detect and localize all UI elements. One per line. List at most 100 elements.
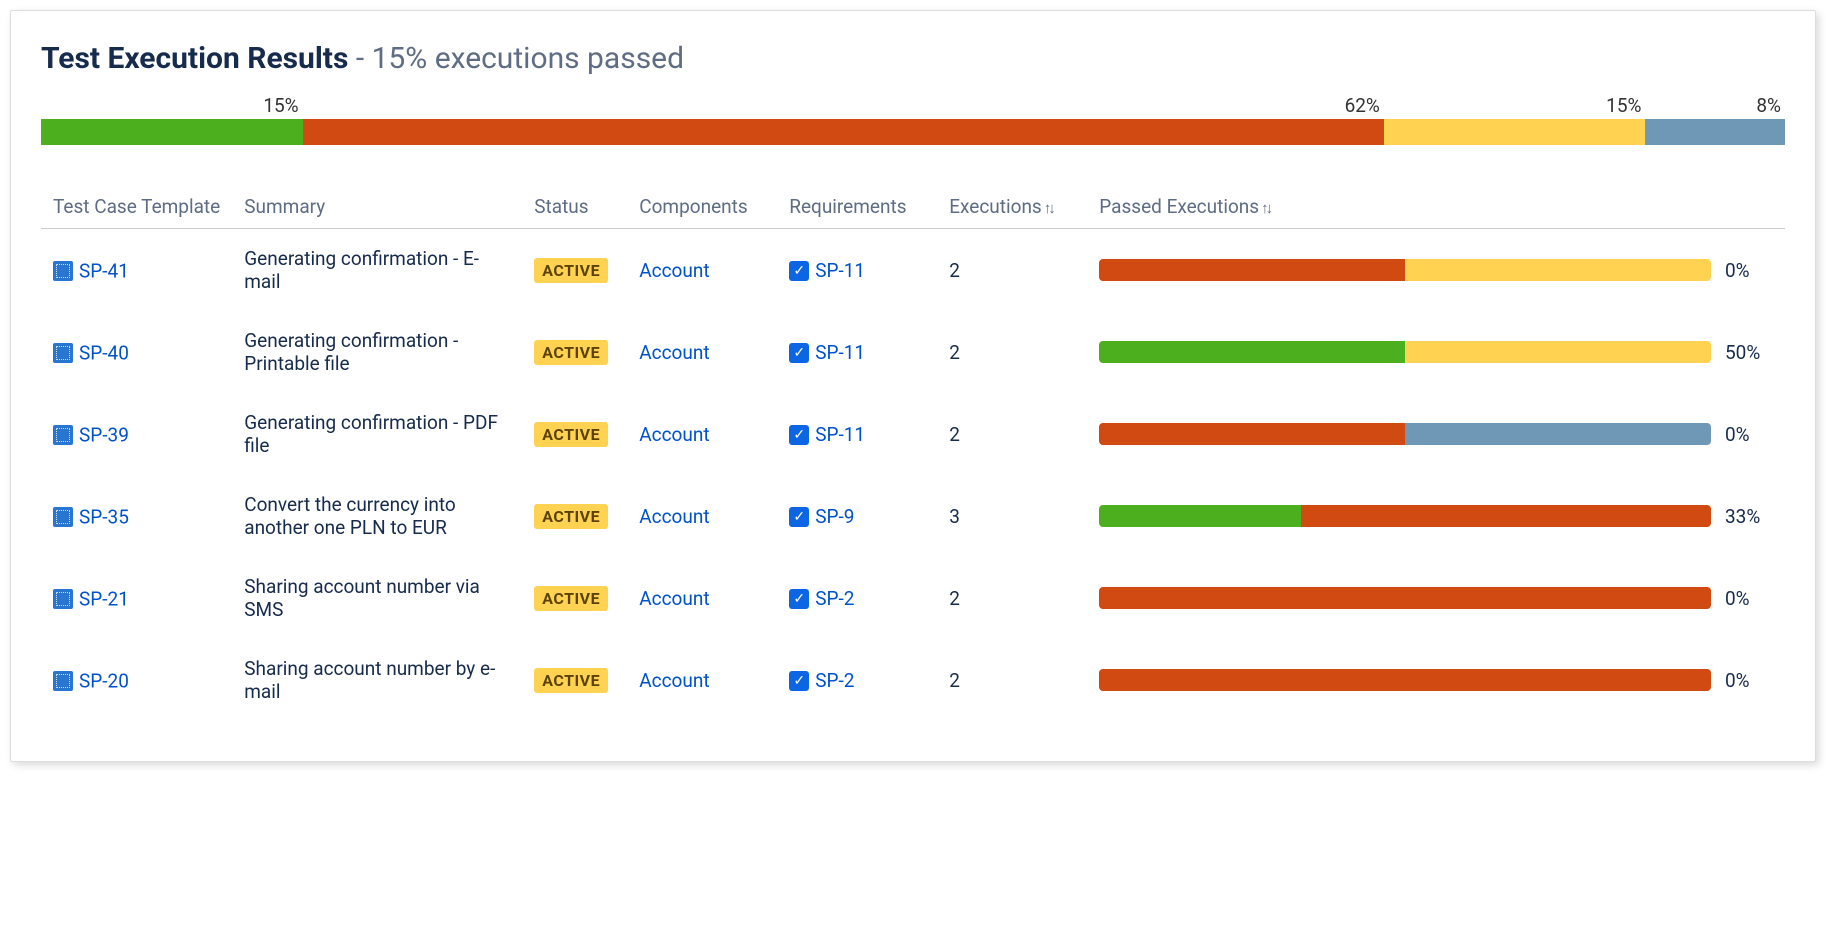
execution-bar	[1099, 587, 1711, 609]
summary-bar-segment	[303, 119, 1384, 145]
col-components[interactable]: Components	[627, 185, 777, 229]
page-title: Test Execution Results - 15% executions …	[41, 41, 1785, 76]
summary-cell: Sharing account number by e-mail	[232, 639, 522, 721]
table-body: SP-41 Generating confirmation - E-mail ACT…	[41, 229, 1785, 722]
passed-percent: 0%	[1725, 587, 1773, 610]
table-row: SP-35 Convert the currency into another o…	[41, 475, 1785, 557]
results-card: Test Execution Results - 15% executions …	[10, 10, 1816, 762]
executions-count: 3	[937, 475, 1087, 557]
execution-bar-segment	[1099, 341, 1405, 363]
requirement-check-icon: ✓	[789, 261, 809, 281]
summary-bar-label: 8%	[1645, 94, 1785, 117]
test-case-link[interactable]: SP-39	[79, 423, 129, 446]
execution-bar-segment	[1405, 423, 1711, 445]
col-passed-executions[interactable]: Passed Executions↑↓	[1087, 185, 1785, 229]
requirement-link[interactable]: SP-11	[815, 259, 865, 282]
execution-bar-segment	[1099, 669, 1711, 691]
table-row: SP-41 Generating confirmation - E-mail ACT…	[41, 229, 1785, 312]
col-executions[interactable]: Executions↑↓	[937, 185, 1087, 229]
requirement-link[interactable]: SP-11	[815, 423, 865, 446]
summary-cell: Convert the currency into another one PL…	[232, 475, 522, 557]
passed-percent: 0%	[1725, 669, 1773, 692]
summary-bar-label: 62%	[303, 94, 1384, 117]
summary-bar-labels: 15%62%15%8%	[41, 94, 1785, 117]
title-separator: -	[348, 41, 371, 76]
component-link[interactable]: Account	[639, 341, 709, 364]
sort-icon: ↑↓	[1261, 199, 1270, 217]
summary-bar-segment	[41, 119, 303, 145]
requirement-link[interactable]: SP-11	[815, 341, 865, 364]
execution-bar	[1099, 423, 1711, 445]
component-link[interactable]: Account	[639, 505, 709, 528]
results-table: Test Case Template Summary Status Compon…	[41, 185, 1785, 721]
table-row: SP-39 Generating confirmation - PDF file A…	[41, 393, 1785, 475]
summary-bar-label: 15%	[1384, 94, 1646, 117]
execution-bar-segment	[1099, 587, 1711, 609]
requirement-link[interactable]: SP-2	[815, 669, 854, 692]
col-summary[interactable]: Summary	[232, 185, 522, 229]
test-case-link[interactable]: SP-21	[79, 587, 129, 610]
requirement-check-icon: ✓	[789, 425, 809, 445]
test-case-icon	[53, 261, 73, 281]
test-case-icon	[53, 671, 73, 691]
component-link[interactable]: Account	[639, 259, 709, 282]
summary-bar	[41, 119, 1785, 145]
executions-count: 2	[937, 639, 1087, 721]
table-row: SP-21 Sharing account number via SMS ACTIV…	[41, 557, 1785, 639]
execution-bar	[1099, 505, 1711, 527]
status-badge: ACTIVE	[534, 422, 608, 447]
requirement-link[interactable]: SP-2	[815, 587, 854, 610]
passed-percent: 0%	[1725, 259, 1773, 282]
execution-bar-segment	[1099, 259, 1405, 281]
status-badge: ACTIVE	[534, 504, 608, 529]
test-case-icon	[53, 507, 73, 527]
status-badge: ACTIVE	[534, 586, 608, 611]
test-case-icon	[53, 343, 73, 363]
title-main: Test Execution Results	[41, 41, 348, 76]
execution-bar-segment	[1301, 505, 1711, 527]
requirement-link[interactable]: SP-9	[815, 505, 854, 528]
passed-percent: 0%	[1725, 423, 1773, 446]
execution-bar	[1099, 341, 1711, 363]
executions-count: 2	[937, 393, 1087, 475]
summary-bar-label: 15%	[41, 94, 303, 117]
table-row: SP-20 Sharing account number by e-mail ACT…	[41, 639, 1785, 721]
table-row: SP-40 Generating confirmation - Printable…	[41, 311, 1785, 393]
executions-count: 2	[937, 311, 1087, 393]
test-case-icon	[53, 425, 73, 445]
execution-bar-segment	[1405, 259, 1711, 281]
executions-count: 2	[937, 229, 1087, 312]
test-case-link[interactable]: SP-35	[79, 505, 129, 528]
requirement-check-icon: ✓	[789, 589, 809, 609]
requirement-check-icon: ✓	[789, 671, 809, 691]
summary-cell: Generating confirmation - E-mail	[232, 229, 522, 312]
summary-cell: Generating confirmation - Printable file	[232, 311, 522, 393]
component-link[interactable]: Account	[639, 423, 709, 446]
execution-bar	[1099, 669, 1711, 691]
summary-cell: Sharing account number via SMS	[232, 557, 522, 639]
execution-bar-segment	[1405, 341, 1711, 363]
component-link[interactable]: Account	[639, 587, 709, 610]
passed-percent: 33%	[1725, 505, 1773, 528]
status-badge: ACTIVE	[534, 668, 608, 693]
summary-bar-segment	[1384, 119, 1646, 145]
test-case-link[interactable]: SP-41	[79, 259, 129, 282]
execution-bar-segment	[1099, 505, 1301, 527]
summary-cell: Generating confirmation - PDF file	[232, 393, 522, 475]
execution-bar-segment	[1099, 423, 1405, 445]
execution-bar	[1099, 259, 1711, 281]
requirement-check-icon: ✓	[789, 507, 809, 527]
test-case-link[interactable]: SP-20	[79, 669, 129, 692]
executions-count: 2	[937, 557, 1087, 639]
col-requirements[interactable]: Requirements	[777, 185, 937, 229]
status-badge: ACTIVE	[534, 340, 608, 365]
col-test-case[interactable]: Test Case Template	[41, 185, 232, 229]
col-status[interactable]: Status	[522, 185, 627, 229]
summary-bar-segment	[1645, 119, 1785, 145]
sort-icon: ↑↓	[1044, 199, 1053, 217]
status-badge: ACTIVE	[534, 258, 608, 283]
test-case-icon	[53, 589, 73, 609]
test-case-link[interactable]: SP-40	[79, 341, 129, 364]
component-link[interactable]: Account	[639, 669, 709, 692]
passed-percent: 50%	[1725, 341, 1773, 364]
